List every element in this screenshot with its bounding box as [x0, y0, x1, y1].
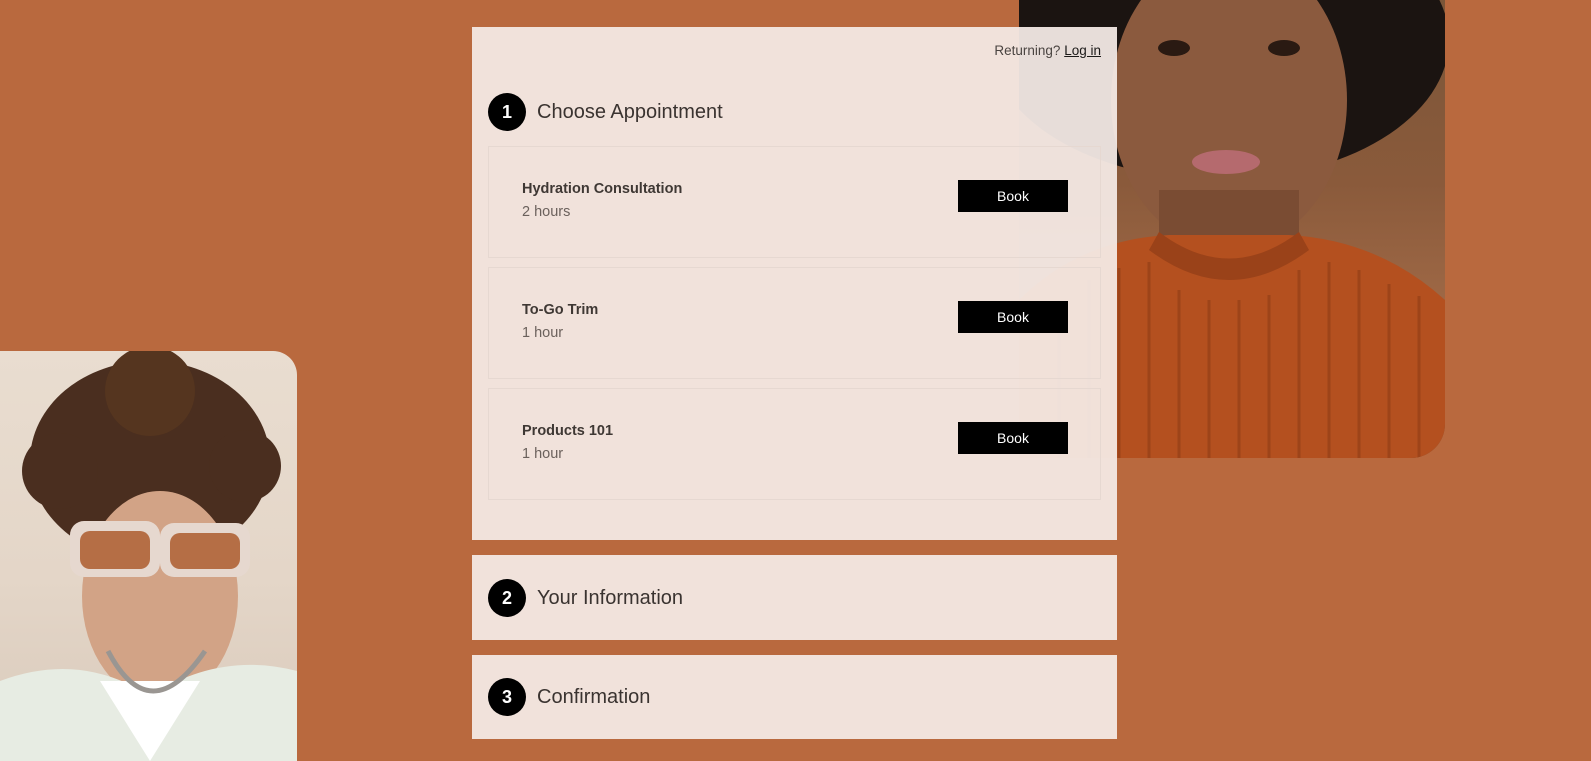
appointment-option: Products 101 1 hour Book: [488, 388, 1101, 500]
step-title: Confirmation: [537, 685, 651, 708]
portrait-photo-left: [0, 351, 297, 761]
step-number-badge: 2: [488, 579, 526, 617]
appointment-duration: 2 hours: [522, 204, 571, 220]
step-1-header: 1 Choose Appointment: [488, 93, 723, 131]
step-title: Choose Appointment: [537, 100, 723, 123]
appointment-duration: 1 hour: [522, 446, 564, 462]
step-3-header: 3 Confirmation: [488, 678, 650, 716]
step-title: Your Information: [537, 586, 684, 609]
step-2-header: 2 Your Information: [488, 579, 683, 617]
login-link[interactable]: Log in: [1064, 43, 1101, 58]
returning-login-prompt: Returning? Log in: [994, 43, 1101, 58]
returning-text: Returning?: [994, 43, 1061, 58]
book-button[interactable]: Book: [958, 180, 1068, 212]
step-number-badge: 1: [488, 93, 526, 131]
appointment-duration: 1 hour: [522, 325, 564, 341]
choose-appointment-panel: Returning? Log in 1 Choose Appointment H…: [472, 27, 1117, 540]
book-button[interactable]: Book: [958, 422, 1068, 454]
appointment-option: To-Go Trim 1 hour Book: [488, 267, 1101, 379]
appointment-name: Products 101: [522, 423, 614, 439]
book-button[interactable]: Book: [958, 301, 1068, 333]
appointment-option: Hydration Consultation 2 hours Book: [488, 146, 1101, 258]
your-information-panel[interactable]: 2 Your Information: [472, 555, 1117, 640]
appointment-name: Hydration Consultation: [522, 181, 683, 197]
confirmation-panel[interactable]: 3 Confirmation: [472, 655, 1117, 739]
step-number-badge: 3: [488, 678, 526, 716]
appointment-name: To-Go Trim: [522, 302, 599, 318]
portrait-curly-hair-sunglasses-image: [0, 351, 297, 761]
